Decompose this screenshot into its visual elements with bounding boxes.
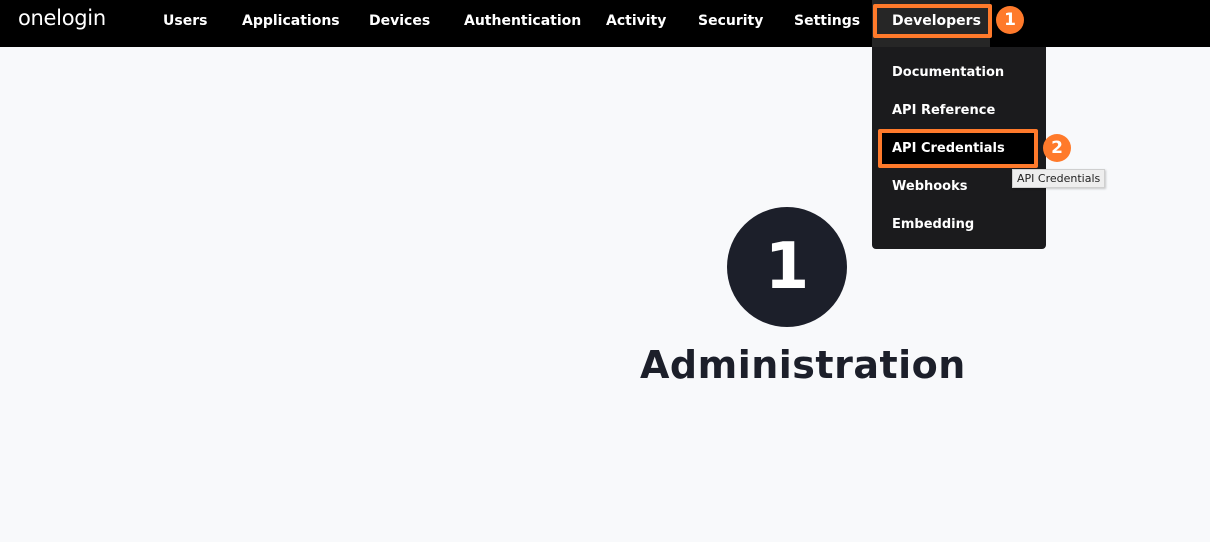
nav-settings[interactable]: Settings bbox=[794, 13, 860, 29]
page-title: Administration bbox=[640, 343, 966, 387]
nav-applications[interactable]: Applications bbox=[242, 13, 340, 29]
onelogin-logo[interactable]: onelogin bbox=[18, 6, 106, 30]
tooltip: API Credentials bbox=[1012, 169, 1106, 188]
step-1-highlight-box bbox=[873, 4, 992, 38]
step-1-badge: 1 bbox=[996, 6, 1024, 34]
hero-number-circle: 1 bbox=[727, 207, 847, 327]
menu-item-embedding[interactable]: Embedding bbox=[892, 217, 974, 232]
nav-users[interactable]: Users bbox=[163, 13, 207, 29]
nav-activity[interactable]: Activity bbox=[606, 13, 666, 29]
nav-devices[interactable]: Devices bbox=[369, 13, 430, 29]
step-2-badge: 2 bbox=[1043, 134, 1071, 162]
nav-authentication[interactable]: Authentication bbox=[464, 13, 581, 29]
top-navigation-bar: onelogin Users Applications Devices Auth… bbox=[0, 0, 1210, 47]
hero-number: 1 bbox=[764, 230, 810, 304]
nav-security[interactable]: Security bbox=[698, 13, 763, 29]
menu-item-api-reference[interactable]: API Reference bbox=[892, 103, 995, 118]
menu-item-documentation[interactable]: Documentation bbox=[892, 65, 1004, 80]
step-2-highlight-box bbox=[878, 129, 1038, 168]
menu-item-webhooks[interactable]: Webhooks bbox=[892, 179, 968, 194]
